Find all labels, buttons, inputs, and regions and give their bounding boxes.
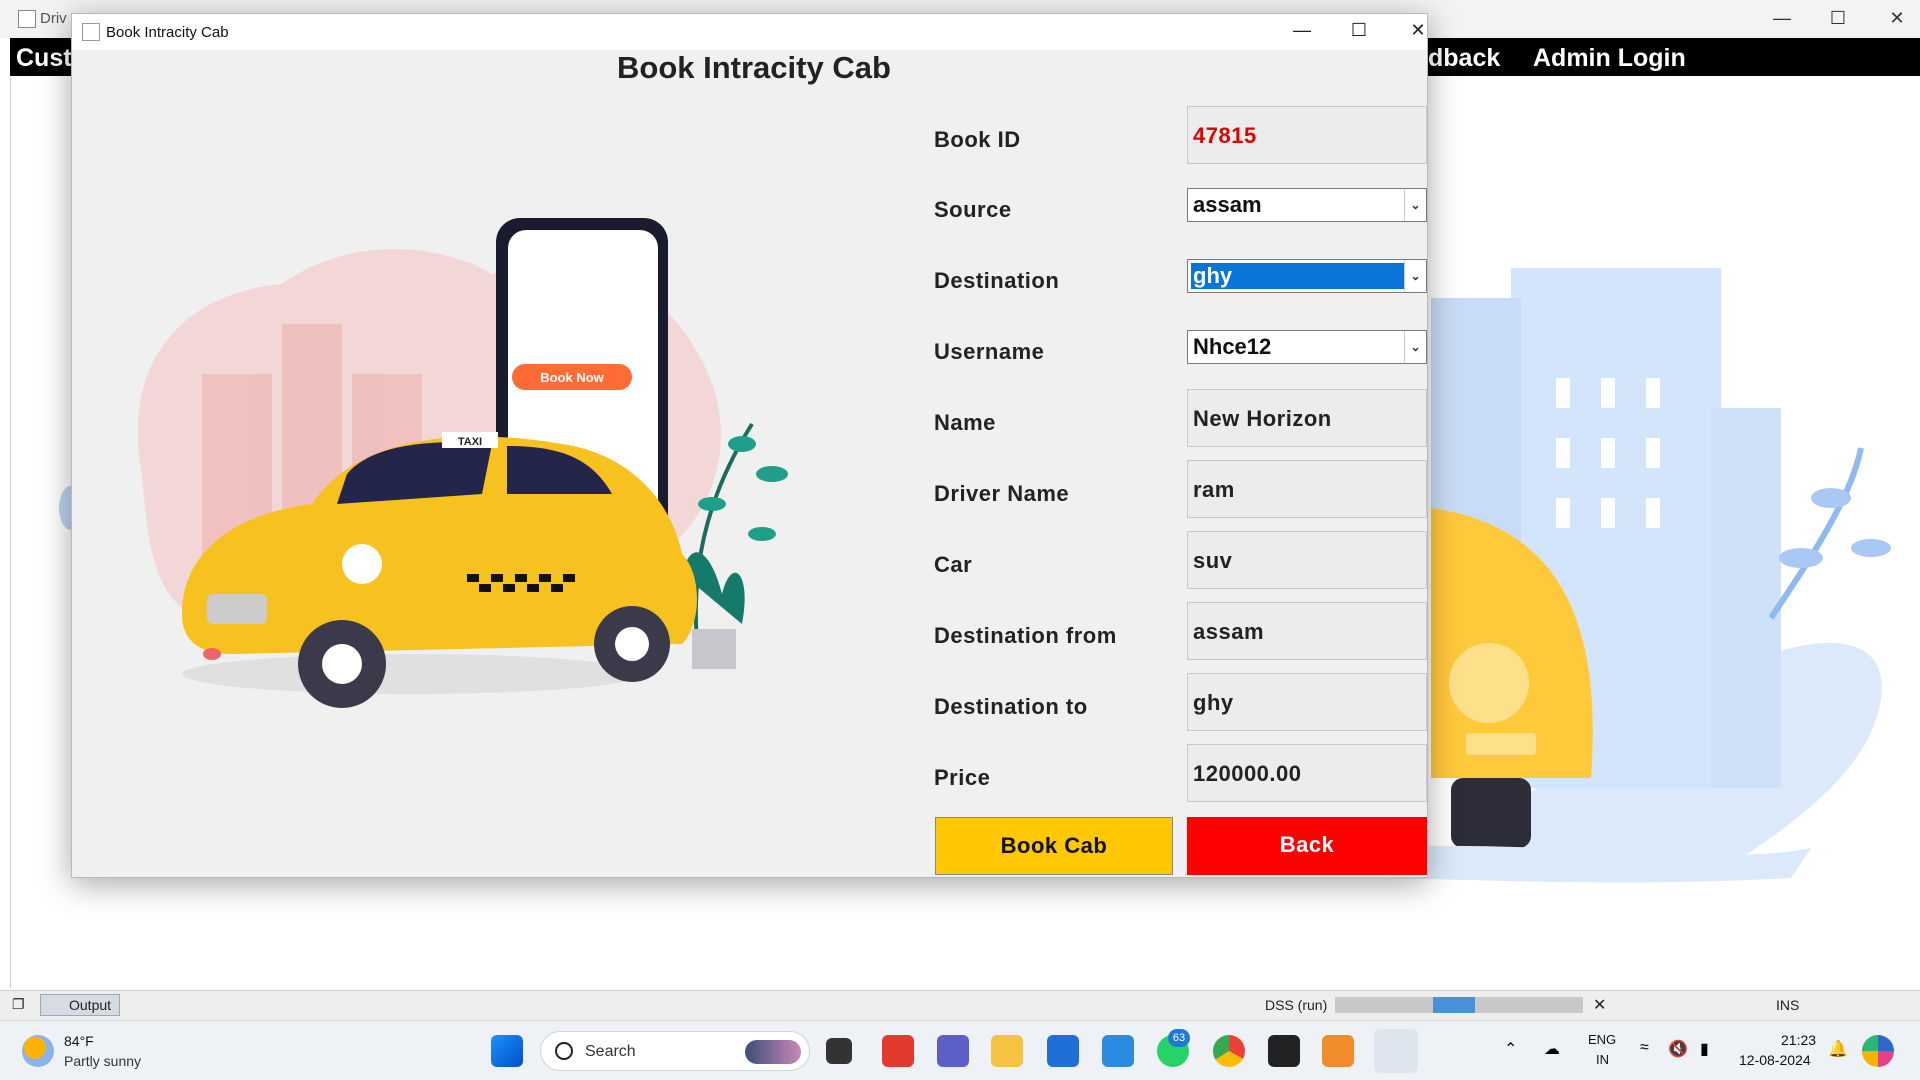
background-window-title: Driv: [40, 10, 67, 27]
label-destination-to: Destination to: [934, 694, 1088, 719]
minimize-icon[interactable]: —: [1762, 8, 1802, 29]
java-app-icon: [82, 23, 100, 41]
book-cab-button[interactable]: Book Cab: [935, 817, 1173, 875]
clock-time[interactable]: 21:23: [1781, 1032, 1816, 1048]
notification-bell-icon[interactable]: 🔔: [1828, 1039, 1848, 1059]
output-tab-label: Output: [69, 997, 112, 1013]
back-button-label: Back: [1279, 832, 1335, 857]
destination-selected-value: ghy: [1191, 263, 1405, 289]
label-driver-name: Driver Name: [934, 481, 1070, 506]
label-name: Name: [934, 410, 996, 435]
book-cab-button-label: Book Cab: [1000, 833, 1108, 858]
back-button[interactable]: Back: [1187, 817, 1427, 875]
weather-temperature[interactable]: 84°F: [64, 1033, 94, 1049]
taxi-illustration: Book Now TAXI: [137, 218, 788, 708]
menu-customer[interactable]: Cust: [16, 44, 72, 73]
task-view-icon[interactable]: [826, 1038, 852, 1064]
destination-to-field[interactable]: ghy: [1187, 673, 1427, 731]
restore-icon[interactable]: ❐: [12, 996, 25, 1013]
ide-status-bar: ❐ Output DSS (run) ✕ INS: [0, 990, 1920, 1020]
close-icon[interactable]: ✕: [1877, 8, 1917, 29]
whatsapp-badge: 63: [1168, 1029, 1190, 1047]
name-field[interactable]: New Horizon: [1187, 389, 1427, 447]
run-progress-fill: [1433, 997, 1476, 1013]
volume-muted-icon[interactable]: 🔇: [1668, 1039, 1688, 1059]
weather-icon[interactable]: [22, 1035, 54, 1067]
label-book-id: Book ID: [934, 127, 1021, 152]
java-app-icon: [18, 10, 36, 28]
book-now-label: Book Now: [540, 370, 604, 385]
taxi-sign-label: TAXI: [458, 436, 482, 448]
run-progress-bar: [1335, 997, 1583, 1013]
chrome-icon[interactable]: [1213, 1035, 1245, 1067]
insert-mode-indicator: INS: [1776, 997, 1800, 1013]
page-heading: Book Intracity Cab: [617, 50, 891, 85]
label-source: Source: [934, 197, 1012, 222]
vscode-icon[interactable]: [1102, 1035, 1134, 1067]
label-destination-from: Destination from: [934, 623, 1117, 648]
destination-from-field[interactable]: assam: [1187, 602, 1427, 660]
wifi-icon[interactable]: ≈: [1640, 1039, 1649, 1057]
destination-dropdown[interactable]: ghy ⌄: [1187, 259, 1427, 293]
terminal-icon[interactable]: [1268, 1035, 1300, 1067]
source-dropdown[interactable]: assam ⌄: [1187, 188, 1427, 222]
show-hidden-icons-icon[interactable]: ⌃: [1504, 1039, 1517, 1059]
menu-feedback[interactable]: dback: [1428, 44, 1500, 73]
car-field[interactable]: suv: [1187, 531, 1427, 589]
price-field[interactable]: 120000.00: [1187, 744, 1427, 802]
label-price: Price: [934, 765, 991, 790]
weather-description[interactable]: Partly sunny: [64, 1053, 141, 1069]
chevron-down-icon[interactable]: ⌄: [1404, 260, 1426, 292]
cancel-run-icon[interactable]: ✕: [1593, 995, 1606, 1015]
taskbar: 84°F Partly sunny Search 63 ⌃ ☁ ENG IN ≈…: [0, 1020, 1920, 1080]
battery-icon[interactable]: ▮: [1700, 1039, 1709, 1059]
taskbar-search[interactable]: Search: [540, 1031, 810, 1071]
label-destination: Destination: [934, 268, 1060, 293]
dialog-minimize-icon[interactable]: —: [1282, 20, 1322, 41]
netbeans-icon[interactable]: [1322, 1035, 1354, 1067]
teams-icon[interactable]: [937, 1035, 969, 1067]
dialog-close-icon[interactable]: ✕: [1398, 20, 1438, 41]
dialog-titlebar: Book Intracity Cab — ☐ ✕: [72, 14, 1427, 50]
book-cab-dialog: Book Intracity Cab — ☐ ✕ Book Intracity …: [71, 13, 1428, 878]
maximize-icon[interactable]: ☐: [1818, 8, 1858, 29]
search-icon: [555, 1042, 573, 1060]
book-id-field[interactable]: 47815: [1187, 106, 1427, 164]
search-placeholder: Search: [585, 1043, 636, 1060]
driver-name-field[interactable]: ram: [1187, 460, 1427, 518]
start-icon[interactable]: [491, 1035, 523, 1067]
wps-office-icon[interactable]: [882, 1035, 914, 1067]
file-explorer-icon[interactable]: [991, 1035, 1023, 1067]
copilot-icon[interactable]: [1862, 1035, 1894, 1067]
run-status-label: DSS (run): [1265, 997, 1328, 1013]
language-indicator[interactable]: ENG: [1588, 1032, 1616, 1047]
source-selected-value: assam: [1193, 192, 1262, 217]
microsoft-store-icon[interactable]: [1047, 1035, 1079, 1067]
label-car: Car: [934, 552, 973, 577]
chevron-down-icon[interactable]: ⌄: [1404, 189, 1426, 221]
chevron-down-icon[interactable]: ⌄: [1404, 331, 1426, 363]
username-dropdown[interactable]: Nhce12 ⌄: [1187, 330, 1427, 364]
dialog-title: Book Intracity Cab: [106, 24, 229, 41]
clock-date[interactable]: 12-08-2024: [1739, 1052, 1811, 1068]
dialog-maximize-icon[interactable]: ☐: [1339, 20, 1379, 41]
search-highlight-image: [745, 1040, 801, 1064]
menu-admin-login[interactable]: Admin Login: [1533, 44, 1686, 73]
onedrive-icon[interactable]: ☁: [1544, 1039, 1560, 1059]
username-selected-value: Nhce12: [1193, 334, 1272, 359]
output-tab[interactable]: Output: [40, 994, 121, 1016]
language-region[interactable]: IN: [1596, 1052, 1609, 1067]
label-username: Username: [934, 339, 1045, 364]
java-app-taskbar-icon[interactable]: [1374, 1029, 1418, 1073]
